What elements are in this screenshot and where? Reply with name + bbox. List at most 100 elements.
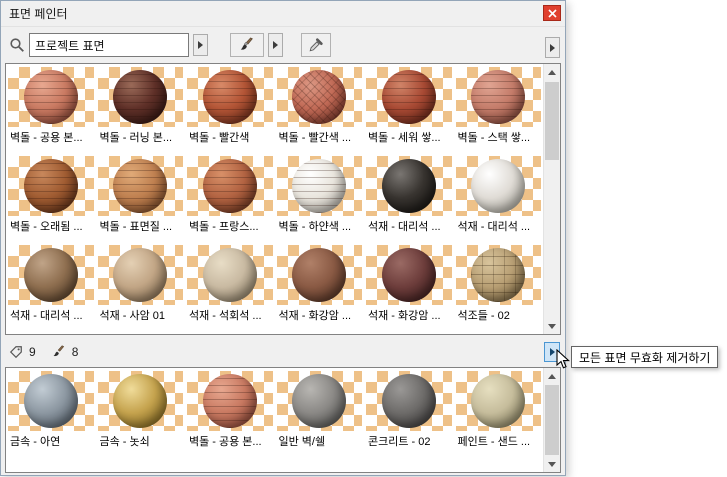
window-title-bar[interactable]: 표면 페인터 <box>1 1 565 27</box>
material-label: 석조들 - 02 <box>456 307 542 323</box>
window-title: 표면 페인터 <box>9 5 68 22</box>
material-tile[interactable]: 벽돌 - 하얀색 ... <box>275 154 365 243</box>
paint-brush-button[interactable] <box>230 33 264 57</box>
search-input[interactable] <box>29 33 189 57</box>
material-tile[interactable]: 석조들 - 02 <box>454 243 544 332</box>
scroll-down-button[interactable] <box>544 456 560 472</box>
arrow-down-icon <box>548 324 556 329</box>
material-thumbnail <box>187 156 273 216</box>
material-tile[interactable]: 벽돌 - 오래됨 ... <box>6 154 96 243</box>
material-label: 벽돌 - 스택 쌓... <box>456 129 542 145</box>
material-sphere <box>113 159 167 213</box>
material-thumbnail <box>187 371 273 431</box>
material-thumbnail <box>8 156 94 216</box>
arrow-up-icon <box>548 70 556 75</box>
scroll-up-button[interactable] <box>544 64 560 80</box>
material-texture-overlay <box>203 374 257 428</box>
material-thumbnail <box>98 67 184 127</box>
material-tile[interactable]: 석재 - 사암 01 <box>96 243 186 332</box>
material-label: 석재 - 석회석 ... <box>187 307 273 323</box>
material-tile[interactable]: 벽돌 - 표면질 ... <box>96 154 186 243</box>
material-sphere <box>382 159 436 213</box>
scrollbar-thumb[interactable] <box>545 385 559 455</box>
material-label: 벽돌 - 오래됨 ... <box>8 218 94 234</box>
search-dropdown-button[interactable] <box>193 34 208 56</box>
material-sphere <box>292 159 346 213</box>
material-label: 금속 - 놋쇠 <box>98 433 184 449</box>
material-label: 석재 - 사암 01 <box>98 307 184 323</box>
material-label: 벽돌 - 표면질 ... <box>98 218 184 234</box>
material-tile[interactable]: 벽돌 - 프랑스... <box>185 154 275 243</box>
material-sphere <box>24 159 78 213</box>
material-sphere <box>203 159 257 213</box>
material-tile[interactable]: 일반 벽/쉘 <box>275 369 365 458</box>
scrollbar-thumb[interactable] <box>545 82 559 160</box>
material-label: 금속 - 아연 <box>8 433 94 449</box>
material-sphere <box>471 70 525 124</box>
material-tile[interactable]: 벽돌 - 러닝 본... <box>96 65 186 154</box>
materials-grid-top: 벽돌 - 공용 본...벽돌 - 러닝 본...벽돌 - 빨간색벽돌 - 빨간색… <box>6 64 543 334</box>
material-label: 일반 벽/쉘 <box>277 433 363 449</box>
material-tile[interactable]: 석재 - 대리석 ... <box>6 243 96 332</box>
mouse-cursor <box>556 349 571 375</box>
tooltip: 모든 표면 무효화 제거하기 <box>571 346 718 368</box>
eyedropper-button[interactable] <box>301 33 331 57</box>
material-tile[interactable]: 석재 - 화강암 ... <box>364 243 454 332</box>
material-thumbnail <box>366 67 452 127</box>
material-thumbnail <box>98 371 184 431</box>
material-sphere <box>203 374 257 428</box>
material-tile[interactable]: 벽돌 - 공용 본... <box>6 65 96 154</box>
material-sphere <box>471 248 525 302</box>
material-texture-overlay <box>24 159 78 213</box>
material-label: 벽돌 - 세워 쌓... <box>366 129 452 145</box>
material-tile[interactable]: 벽돌 - 빨간색 <box>185 65 275 154</box>
toolbar-expand-button[interactable] <box>545 37 560 58</box>
arrow-down-icon <box>548 462 556 467</box>
material-tile[interactable]: 벽돌 - 공용 본... <box>185 369 275 458</box>
material-thumbnail <box>277 371 363 431</box>
material-thumbnail <box>187 67 273 127</box>
material-label: 석재 - 대리석 ... <box>456 218 542 234</box>
material-texture-overlay <box>203 70 257 124</box>
material-thumbnail <box>277 156 363 216</box>
material-tile[interactable]: 금속 - 아연 <box>6 369 96 458</box>
material-sphere <box>292 248 346 302</box>
material-tile[interactable]: 석재 - 화강암 ... <box>275 243 365 332</box>
material-texture-overlay <box>471 248 525 302</box>
material-texture-overlay <box>382 70 436 124</box>
material-sphere <box>203 248 257 302</box>
material-tile[interactable]: 석재 - 석회석 ... <box>185 243 275 332</box>
material-tile[interactable]: 콘크리트 - 02 <box>364 369 454 458</box>
material-tile[interactable]: 벽돌 - 빨간색 ... <box>275 65 365 154</box>
search-toolbar <box>1 27 565 63</box>
material-label: 석재 - 대리석 ... <box>366 218 452 234</box>
material-sphere <box>113 248 167 302</box>
material-label: 벽돌 - 빨간색 ... <box>277 129 363 145</box>
search-icon <box>9 37 25 53</box>
vertical-scrollbar-bottom[interactable] <box>543 368 560 472</box>
material-tile[interactable]: 금속 - 놋쇠 <box>96 369 186 458</box>
vertical-scrollbar-top[interactable] <box>543 64 560 334</box>
scroll-down-button[interactable] <box>544 318 560 334</box>
material-tile[interactable]: 페인트 - 샌드 ... <box>454 369 544 458</box>
material-sphere <box>24 374 78 428</box>
material-sphere <box>382 70 436 124</box>
material-thumbnail <box>366 371 452 431</box>
material-label: 벽돌 - 러닝 본... <box>98 129 184 145</box>
material-thumbnail <box>8 371 94 431</box>
material-label: 석재 - 대리석 ... <box>8 307 94 323</box>
arrow-right-icon <box>550 44 555 52</box>
brush-options-dropdown-button[interactable] <box>268 33 283 57</box>
material-label: 벽돌 - 공용 본... <box>8 129 94 145</box>
material-tile[interactable]: 벽돌 - 세워 쌓... <box>364 65 454 154</box>
material-tile[interactable]: 벽돌 - 스택 쌓... <box>454 65 544 154</box>
status-bar: 9 8 <box>5 339 561 365</box>
surface-count-icon <box>9 345 23 359</box>
material-texture-overlay <box>24 70 78 124</box>
material-tile[interactable]: 석재 - 대리석 ... <box>454 154 544 243</box>
close-button[interactable] <box>543 5 561 21</box>
material-tile[interactable]: 석재 - 대리석 ... <box>364 154 454 243</box>
material-thumbnail <box>277 67 363 127</box>
material-label: 벽돌 - 프랑스... <box>187 218 273 234</box>
material-texture-overlay <box>113 70 167 124</box>
